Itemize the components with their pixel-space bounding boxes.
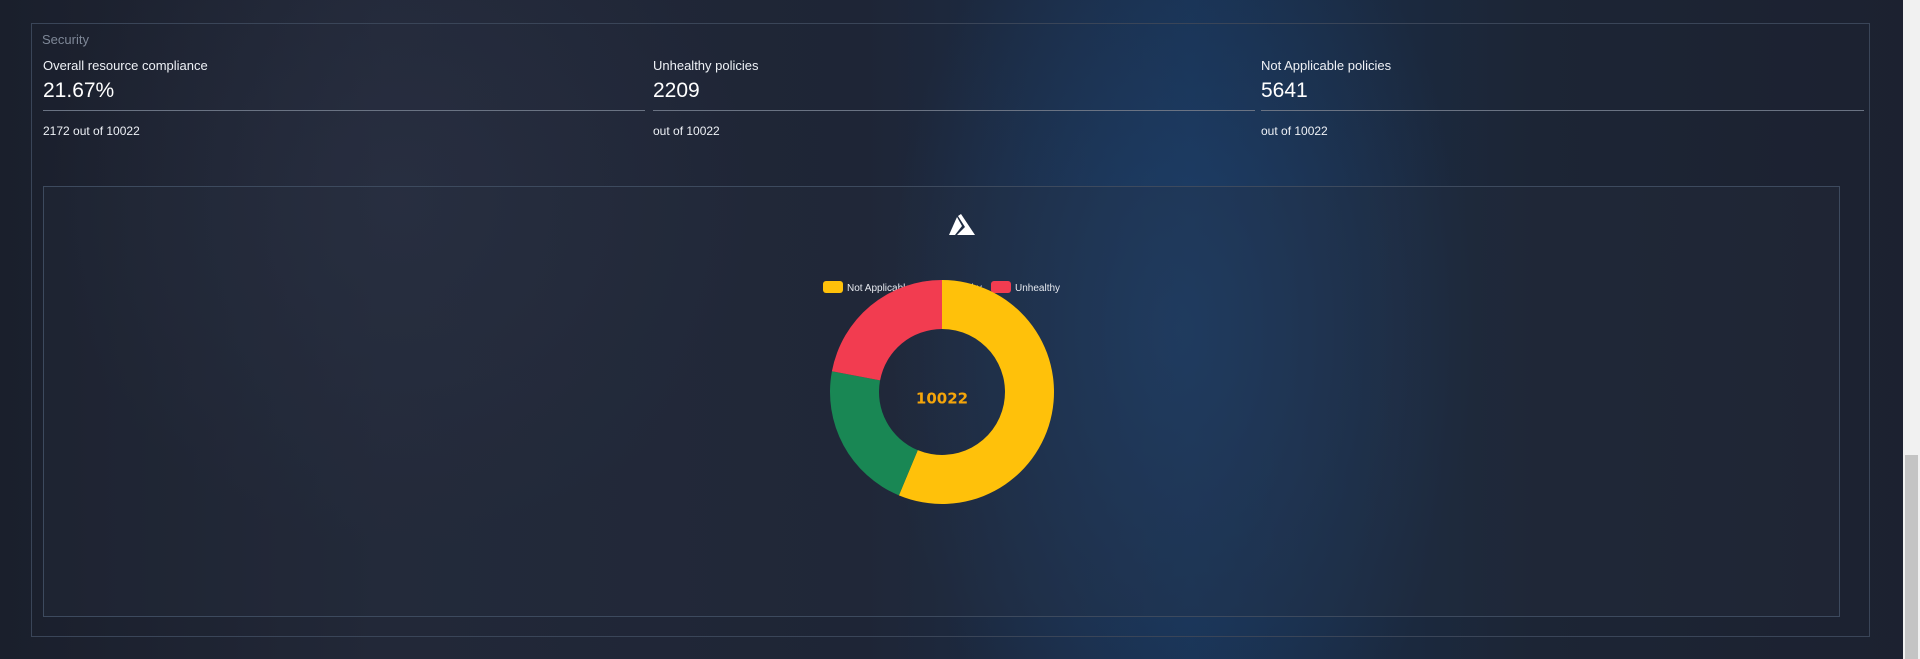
stat-divider <box>653 110 1255 111</box>
stat-label: Not Applicable policies <box>1261 58 1392 73</box>
stat-subtext: out of 10022 <box>1261 124 1328 138</box>
stat-subtext: 2172 out of 10022 <box>43 124 140 138</box>
compliance-chart: Not ApplicableHealthyUnhealthy 10022 <box>43 186 1840 617</box>
security-panel: Security Overall resource compliance 21.… <box>31 23 1870 637</box>
azure-logo-icon <box>949 214 975 235</box>
scrollbar-thumb[interactable] <box>1905 455 1918 659</box>
stat-overall-compliance: Overall resource compliance 21.67% 2172 … <box>43 58 645 138</box>
slice-healthy[interactable] <box>830 371 918 496</box>
stat-value: 5641 <box>1261 79 1308 102</box>
chart-total-label: 10022 <box>916 390 968 408</box>
legend-item-unhealthy[interactable]: Unhealthy <box>991 281 1060 294</box>
stat-not-applicable-policies: Not Applicable policies 5641 out of 1002… <box>1261 58 1864 138</box>
donut-chart: Not ApplicableHealthyUnhealthy 10022 <box>823 214 1060 504</box>
stat-unhealthy-policies: Unhealthy policies 2209 out of 10022 <box>653 58 1255 138</box>
panel-title: Security <box>42 32 89 47</box>
stat-divider <box>43 110 645 111</box>
stat-label: Overall resource compliance <box>43 58 208 73</box>
legend-label: Unhealthy <box>1015 283 1060 294</box>
slice-unhealthy[interactable] <box>831 280 942 381</box>
stat-value: 2209 <box>653 79 700 102</box>
stat-divider <box>1261 110 1864 111</box>
stat-value: 21.67% <box>43 79 115 102</box>
legend-swatch <box>991 281 1011 293</box>
stat-label: Unhealthy policies <box>653 58 759 73</box>
legend-swatch <box>823 281 843 293</box>
stat-subtext: out of 10022 <box>653 124 720 138</box>
